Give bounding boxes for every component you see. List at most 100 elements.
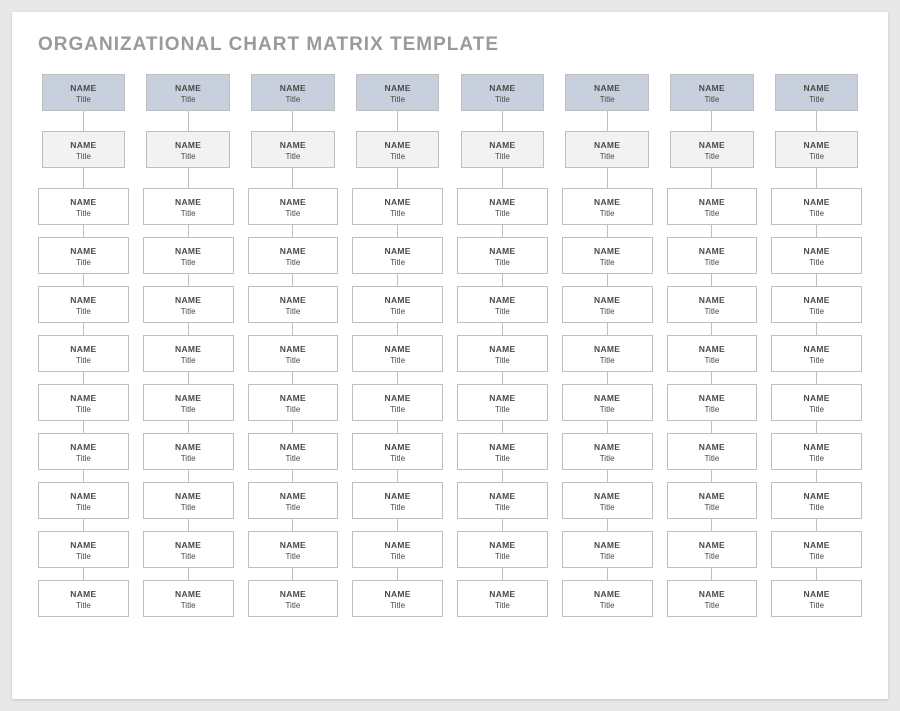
connector-line (292, 168, 293, 188)
connector-line (502, 568, 503, 580)
org-node-title: Title (778, 152, 855, 161)
org-node-name: NAME (146, 589, 231, 599)
org-node-title: Title (565, 552, 650, 561)
org-node: NAMETitle (248, 580, 339, 617)
org-node: NAMETitle (143, 531, 234, 568)
org-node: NAMETitle (565, 74, 648, 111)
org-node-name: NAME (41, 540, 126, 550)
connector-line (397, 111, 398, 131)
org-node-name: NAME (251, 295, 336, 305)
org-node-title: Title (774, 356, 859, 365)
org-node-title: Title (355, 209, 440, 218)
connector-line (292, 372, 293, 384)
org-node: NAMETitle (562, 188, 653, 225)
org-node-name: NAME (251, 491, 336, 501)
org-node-name: NAME (460, 393, 545, 403)
org-node-name: NAME (355, 344, 440, 354)
org-node-name: NAME (359, 140, 436, 150)
org-node-name: NAME (41, 197, 126, 207)
connector-line (711, 168, 712, 188)
org-node: NAMETitle (248, 237, 339, 274)
connector-line (397, 225, 398, 237)
org-node-title: Title (149, 152, 226, 161)
org-node: NAMETitle (457, 531, 548, 568)
org-node-title: Title (673, 152, 750, 161)
connector-line (397, 372, 398, 384)
org-node-name: NAME (146, 540, 231, 550)
org-node-title: Title (45, 152, 122, 161)
org-node: NAMETitle (461, 131, 544, 168)
org-node: NAMETitle (667, 188, 758, 225)
org-node-name: NAME (670, 589, 755, 599)
org-node-name: NAME (359, 83, 436, 93)
org-node-name: NAME (146, 197, 231, 207)
connector-line (711, 470, 712, 482)
org-node-title: Title (146, 307, 231, 316)
org-node: NAMETitle (248, 482, 339, 519)
connector-line (397, 519, 398, 531)
org-node-title: Title (568, 152, 645, 161)
connector-line (502, 225, 503, 237)
connector-line (292, 111, 293, 131)
connector-line (607, 323, 608, 335)
org-node: NAME Title (38, 531, 129, 568)
org-node-name: NAME (670, 393, 755, 403)
matrix-column: NAMETitleNAMETitleNAMETitleNAMETitleNAME… (352, 74, 443, 617)
org-node-name: NAME (355, 393, 440, 403)
org-node-name: NAME (774, 442, 859, 452)
org-node-name: NAME (774, 295, 859, 305)
org-node: NAME Title (352, 335, 443, 372)
org-node-name: NAME (251, 393, 336, 403)
connector-line (816, 274, 817, 286)
org-node: NAMETitle (457, 335, 548, 372)
org-node-title: Title (41, 405, 126, 414)
org-node-title: Title (670, 552, 755, 561)
org-node-title: Title (774, 552, 859, 561)
org-node: NAMETitle (667, 335, 758, 372)
org-node-name: NAME (774, 197, 859, 207)
org-node: NAMETitle (143, 286, 234, 323)
org-node: NAMETitle (771, 433, 862, 470)
org-node-title: Title (774, 405, 859, 414)
org-node-name: NAME (670, 246, 755, 256)
org-node-name: NAME (41, 442, 126, 452)
org-node: NAMETitle (670, 74, 753, 111)
org-node: NAMETitle (667, 286, 758, 323)
org-node-title: Title (355, 601, 440, 610)
org-node-name: NAME (355, 295, 440, 305)
connector-line (711, 274, 712, 286)
connector-line (188, 323, 189, 335)
org-node: NAMETitle (457, 237, 548, 274)
org-node-name: NAME (251, 540, 336, 550)
org-node-name: NAME (565, 589, 650, 599)
org-node-title: Title (565, 258, 650, 267)
org-node-title: Title (149, 95, 226, 104)
connector-line (397, 421, 398, 433)
org-node-name: NAME (251, 442, 336, 452)
connector-line (292, 323, 293, 335)
org-node-title: Title (565, 503, 650, 512)
org-node-title: Title (460, 258, 545, 267)
org-node-name: NAME (565, 344, 650, 354)
org-node-name: NAME (146, 246, 231, 256)
org-node-title: Title (355, 307, 440, 316)
org-node-name: NAME (460, 442, 545, 452)
connector-line (83, 470, 84, 482)
org-node-name: NAME (774, 344, 859, 354)
org-node-name: NAME (146, 442, 231, 452)
matrix-column: NAMETitleNAMETitleNAMETitleNAMETitleNAME… (667, 74, 758, 617)
org-node-title: Title (41, 552, 126, 561)
org-node-title: Title (565, 601, 650, 610)
connector-line (83, 519, 84, 531)
org-node-title: Title (355, 356, 440, 365)
page-title: ORGANIZATIONAL CHART MATRIX TEMPLATE (38, 34, 862, 56)
org-node: NAMETitle (457, 433, 548, 470)
org-node-name: NAME (355, 540, 440, 550)
org-node-name: NAME (460, 295, 545, 305)
org-node: NAMETitle (38, 237, 129, 274)
org-node-name: NAME (565, 295, 650, 305)
org-node-name: NAME (45, 140, 122, 150)
org-node: NAME Title (42, 131, 125, 168)
org-node-name: NAME (254, 140, 331, 150)
org-node-name: NAME (673, 140, 750, 150)
